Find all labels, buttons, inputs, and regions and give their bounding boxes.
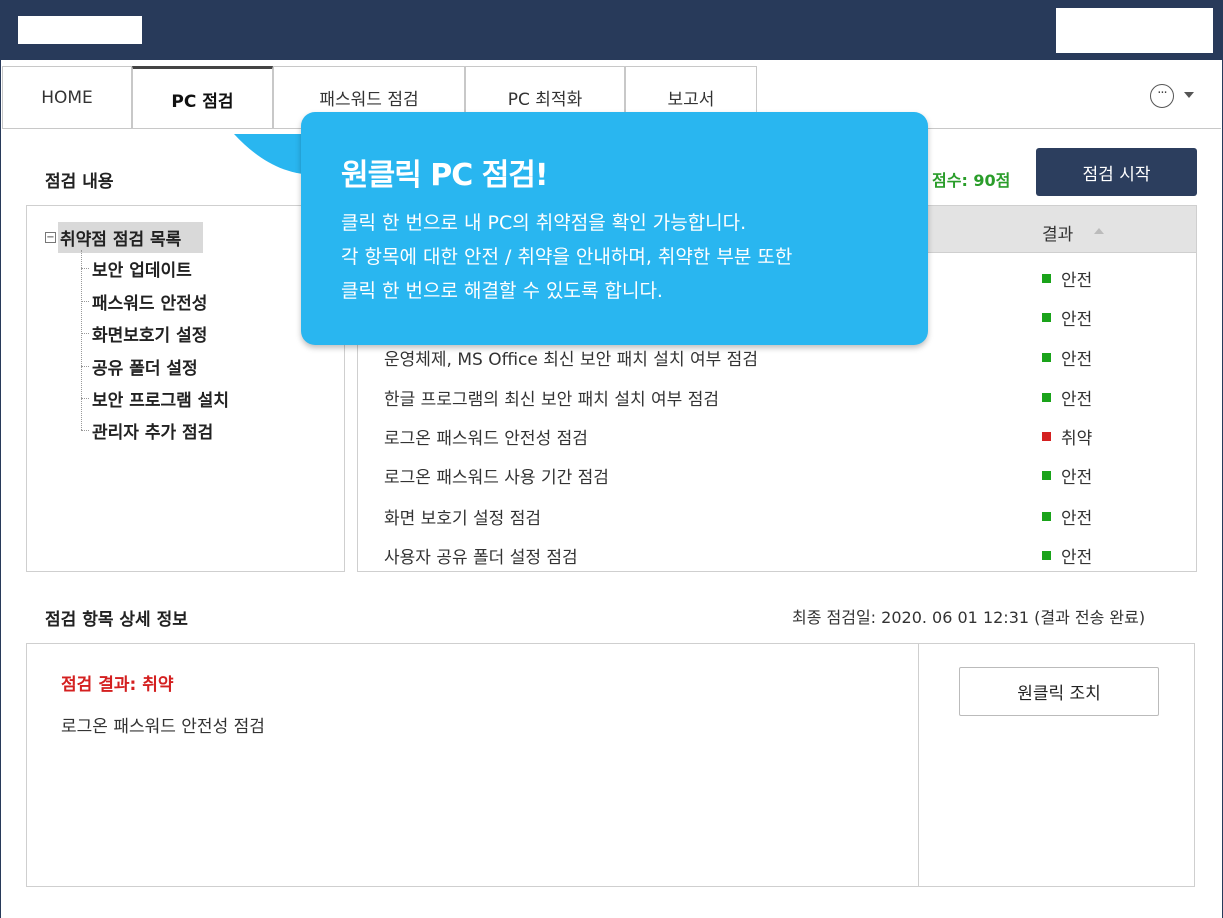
status-label: 안전 bbox=[1061, 548, 1093, 568]
detail-divider bbox=[918, 644, 919, 886]
start-check-button[interactable]: 점검 시작 bbox=[1036, 148, 1197, 196]
tree-item-label: 공유 폴더 설정 bbox=[92, 359, 198, 379]
status-dot-icon bbox=[1042, 313, 1051, 322]
tab-label: 패스워드 점검 bbox=[319, 90, 419, 110]
tree-item-screensaver[interactable]: 화면보호기 설정 bbox=[81, 321, 207, 346]
tree-item-label: 패스워드 안전성 bbox=[92, 294, 208, 314]
last-check-date: 최종 점검일: 2020. 06 01 12:31 (결과 전송 완료) bbox=[792, 608, 1146, 627]
status-dot-icon bbox=[1042, 551, 1051, 560]
tab-pc-check[interactable]: PC 점검 bbox=[132, 66, 273, 129]
tab-home[interactable]: HOME bbox=[2, 66, 132, 128]
tree-root-label[interactable]: 취약점 점검 목록 bbox=[58, 222, 204, 253]
tree-item-shared-folder[interactable]: 공유 폴더 설정 bbox=[81, 354, 198, 379]
window-controls-placeholder bbox=[1056, 8, 1213, 53]
tree-item-label: 보안 업데이트 bbox=[92, 261, 192, 281]
status-label: 안전 bbox=[1061, 390, 1093, 410]
tree-item-label: 화면보호기 설정 bbox=[92, 326, 208, 346]
status-label: 안전 bbox=[1061, 271, 1093, 291]
callout-line: 각 항목에 대한 안전 / 취약을 안내하며, 취약한 부분 또한 bbox=[341, 246, 793, 268]
app-title-placeholder bbox=[18, 16, 142, 44]
row-check-name: 로그온 패스워드 안전성 점검 bbox=[384, 429, 588, 449]
one-click-fix-button[interactable]: 원클릭 조치 bbox=[959, 667, 1159, 716]
title-bar bbox=[0, 0, 1223, 60]
row-status: 안전 bbox=[1042, 385, 1092, 410]
row-status: 안전 bbox=[1042, 543, 1092, 568]
column-header-result[interactable]: 결과 bbox=[1042, 220, 1073, 245]
row-check-name: 화면 보호기 설정 점검 bbox=[384, 509, 541, 529]
tree-panel: − 취약점 점검 목록 보안 업데이트 패스워드 안전성 화면보호기 설정 공유… bbox=[26, 205, 345, 572]
tree-collapse-icon[interactable]: − bbox=[45, 232, 56, 243]
row-check-name: 한글 프로그램의 최신 보안 패치 설치 여부 점검 bbox=[384, 390, 719, 410]
callout-line: 클릭 한 번으로 내 PC의 취약점을 확인 가능합니다. bbox=[341, 212, 747, 234]
detail-panel: 점검 결과: 취약 로그온 패스워드 안전성 점검 원클릭 조치 bbox=[26, 643, 1195, 887]
row-status: 안전 bbox=[1042, 504, 1092, 529]
tree-item-security-update[interactable]: 보안 업데이트 bbox=[81, 256, 192, 281]
tree-item-label: 관리자 추가 점검 bbox=[92, 423, 214, 443]
tree-item-admin-check[interactable]: 관리자 추가 점검 bbox=[81, 418, 213, 443]
section-title-inspection: 점검 내용 bbox=[45, 172, 114, 192]
tree-item-password-safety[interactable]: 패스워드 안전성 bbox=[81, 289, 207, 314]
row-status: 안전 bbox=[1042, 266, 1092, 291]
score-text: 점수: 90점 bbox=[932, 171, 1011, 190]
table-row[interactable]: 사용자 공유 폴더 설정 점검 안전 bbox=[358, 533, 1196, 571]
status-label: 취약 bbox=[1061, 429, 1093, 449]
status-dot-icon bbox=[1042, 512, 1051, 521]
status-dot-icon bbox=[1042, 471, 1051, 480]
status-label: 안전 bbox=[1061, 509, 1093, 529]
row-check-name: 사용자 공유 폴더 설정 점검 bbox=[384, 548, 578, 568]
table-row[interactable]: 한글 프로그램의 최신 보안 패치 설치 여부 점검 안전 bbox=[358, 375, 1196, 415]
tree-item-label: 보안 프로그램 설치 bbox=[92, 391, 229, 411]
status-dot-icon bbox=[1042, 432, 1051, 441]
status-label: 안전 bbox=[1061, 310, 1093, 330]
row-check-name: 로그온 패스워드 사용 기간 점검 bbox=[384, 468, 609, 488]
status-label: 안전 bbox=[1061, 350, 1093, 370]
status-label: 안전 bbox=[1061, 468, 1093, 488]
table-row[interactable]: 화면 보호기 설정 점검 안전 bbox=[358, 494, 1196, 534]
tree-item-security-program[interactable]: 보안 프로그램 설치 bbox=[81, 386, 229, 411]
detail-result: 점검 결과: 취약 bbox=[61, 675, 174, 695]
callout-line: 클릭 한 번으로 해결할 수 있도록 합니다. bbox=[341, 280, 663, 302]
status-dot-icon bbox=[1042, 353, 1051, 362]
callout-body: 클릭 한 번으로 내 PC의 취약점을 확인 가능합니다. 각 항목에 대한 안… bbox=[341, 206, 792, 308]
detail-description: 로그온 패스워드 안전성 점검 bbox=[61, 717, 265, 737]
tab-label: PC 최적화 bbox=[507, 90, 583, 110]
chevron-down-icon[interactable] bbox=[1184, 92, 1194, 98]
row-status: 취약 bbox=[1042, 424, 1092, 449]
row-check-name: 운영체제, MS Office 최신 보안 패치 설치 여부 점검 bbox=[384, 350, 758, 370]
row-status: 안전 bbox=[1042, 463, 1092, 488]
table-row[interactable]: 로그온 패스워드 사용 기간 점검 안전 bbox=[358, 453, 1196, 493]
tab-label: PC 점검 bbox=[171, 91, 234, 112]
section-title-detail: 점검 항목 상세 정보 bbox=[45, 610, 188, 630]
tree-root[interactable]: − 취약점 점검 목록 bbox=[45, 222, 204, 253]
table-row[interactable]: 로그온 패스워드 안전성 점검 취약 bbox=[358, 414, 1196, 454]
tab-label: HOME bbox=[41, 87, 93, 108]
tab-label: 보고서 bbox=[667, 90, 715, 110]
feature-callout: 원클릭 PC 점검! 클릭 한 번으로 내 PC의 취약점을 확인 가능합니다.… bbox=[301, 112, 928, 345]
row-status: 안전 bbox=[1042, 345, 1092, 370]
status-dot-icon bbox=[1042, 274, 1051, 283]
status-dot-icon bbox=[1042, 393, 1051, 402]
callout-title: 원클릭 PC 점검! bbox=[341, 158, 549, 193]
ellipsis-circle-icon[interactable]: ··· bbox=[1150, 84, 1174, 108]
row-status: 안전 bbox=[1042, 305, 1092, 330]
sort-up-icon[interactable] bbox=[1094, 228, 1104, 234]
